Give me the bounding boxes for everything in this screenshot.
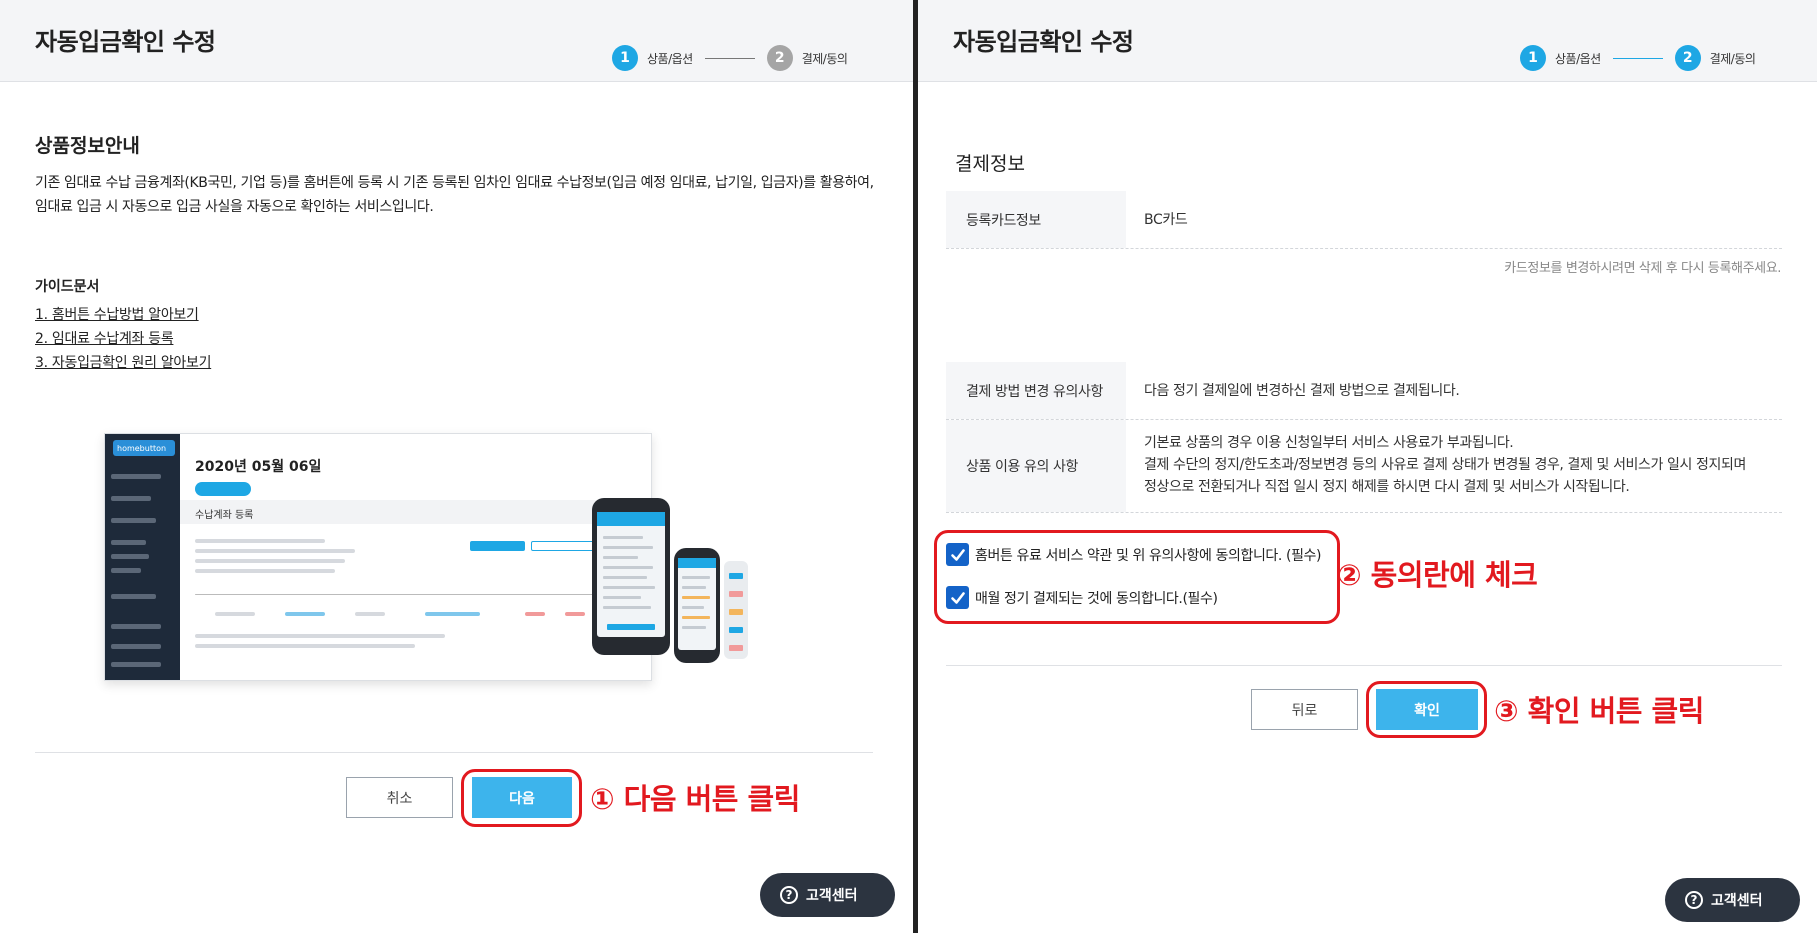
- usage-line-2: 결제 수단의 정지/한도초과/정보변경 등의 사유로 결제 상태가 변경될 경우…: [1144, 457, 1746, 473]
- step-1-number: 1: [1520, 45, 1546, 71]
- mockup-logo: homebutton: [113, 440, 175, 456]
- checkbox-checked-icon: [946, 543, 969, 566]
- page-title: 자동입금확인 수정: [35, 28, 216, 56]
- step-2-label: 결제/동의: [801, 51, 848, 66]
- agree-monthly-checkbox[interactable]: 매월 정기 결제되는 것에 동의합니다.(필수): [946, 586, 1218, 609]
- question-icon: ?: [780, 886, 798, 904]
- customer-center-button[interactable]: ? 고객센터: [760, 873, 895, 917]
- step1-panel: 자동입금확인 수정 1 상품/옵션 2 결제/동의 상품정보안내 기존 임대료 …: [0, 0, 913, 933]
- step-connector: [1612, 57, 1663, 59]
- step-indicator: 1 상품/옵션 2 결제/동의: [1520, 45, 1756, 71]
- customer-center-button[interactable]: ? 고객센터: [1665, 878, 1800, 922]
- card-info-row: 등록카드정보 BC카드: [946, 191, 1782, 249]
- payment-change-value: 다음 정기 결제일에 변경하신 결제 방법으로 결제됩니다.: [1144, 383, 1460, 399]
- checkbox-checked-icon: [946, 586, 969, 609]
- usage-notice-label: 상품 이용 유의 사항: [946, 420, 1126, 512]
- payment-change-row: 결제 방법 변경 유의사항 다음 정기 결제일에 변경하신 결제 방법으로 결제…: [946, 362, 1782, 420]
- guide-link-payment-method[interactable]: 1. 홈버튼 수납방법 알아보기: [35, 303, 211, 327]
- card-change-note: 카드정보를 변경하시려면 삭제 후 다시 등록해주세요.: [1504, 261, 1781, 276]
- annotation-agree: ② 동의란에 체크: [1337, 558, 1538, 592]
- annotation-confirm: ③ 확인 버튼 클릭: [1494, 694, 1704, 728]
- payment-change-label: 결제 방법 변경 유의사항: [946, 362, 1126, 419]
- card-info-label: 등록카드정보: [946, 191, 1126, 248]
- agree-monthly-label: 매월 정기 결제되는 것에 동의합니다.(필수): [975, 590, 1218, 607]
- guide-link-auto-confirm[interactable]: 3. 자동입금확인 원리 알아보기: [35, 351, 211, 375]
- guide-links: 1. 홈버튼 수납방법 알아보기 2. 임대료 수납계좌 등록 3. 자동입금확…: [35, 303, 211, 375]
- product-info-title: 상품정보안내: [35, 135, 140, 157]
- usage-notice-row: 상품 이용 유의 사항 기본료 상품의 경우 이용 신청일부터 서비스 사용료가…: [946, 420, 1782, 513]
- next-button[interactable]: 다음: [472, 777, 572, 818]
- usage-notice-value: 기본료 상품의 경우 이용 신청일부터 서비스 사용료가 부과됩니다. 결제 수…: [1144, 432, 1746, 498]
- guide-docs-title: 가이드문서: [35, 279, 100, 295]
- customer-center-label: 고객센터: [1711, 893, 1763, 909]
- question-icon: ?: [1685, 891, 1703, 909]
- page-title: 자동입금확인 수정: [953, 28, 1134, 56]
- phone-mockup-medium: [674, 548, 720, 663]
- product-preview-image: homebutton 2020년 05월 06일 수납계좌 등록: [104, 433, 844, 683]
- step-2-number: 2: [1674, 45, 1701, 71]
- cancel-button[interactable]: 취소: [346, 777, 453, 818]
- product-description: 기존 임대료 수납 금융계좌(KB국민, 기업 등)를 홈버튼에 등록 시 기존…: [35, 175, 874, 215]
- mockup-date: 2020년 05월 06일: [195, 459, 322, 475]
- page-header: 자동입금확인 수정 1 상품/옵션 2 결제/동의: [918, 0, 1817, 82]
- payment-info-title: 결제정보: [955, 153, 1025, 175]
- agree-terms-label: 홈버튼 유료 서비스 약관 및 위 유의사항에 동의합니다. (필수): [975, 547, 1322, 564]
- step-connector: [704, 57, 755, 59]
- step-1-label: 상품/옵션: [647, 51, 693, 66]
- desktop-mockup: homebutton 2020년 05월 06일 수납계좌 등록: [104, 433, 652, 681]
- mockup-pill: [195, 482, 251, 496]
- step-1-label: 상품/옵션: [1555, 51, 1601, 66]
- step-2-number: 2: [766, 45, 793, 71]
- mockup-sidebar: homebutton: [105, 434, 180, 680]
- confirm-button[interactable]: 확인: [1376, 689, 1478, 730]
- step-1-number: 1: [612, 45, 638, 71]
- usage-line-3: 정상으로 전환되거나 직접 일시 정지 해제를 하시면 다시 결제 및 서비스가…: [1144, 479, 1630, 495]
- annotation-next: ① 다음 버튼 클릭: [590, 782, 800, 816]
- phone-mockup-large: [592, 498, 670, 655]
- mockup-subtitle: 수납계좌 등록: [195, 510, 254, 521]
- step2-panel: 자동입금확인 수정 1 상품/옵션 2 결제/동의 결제정보 등록카드정보 BC…: [918, 0, 1817, 933]
- divider: [946, 665, 1782, 666]
- agree-terms-checkbox[interactable]: 홈버튼 유료 서비스 약관 및 위 유의사항에 동의합니다. (필수): [946, 543, 1322, 566]
- customer-center-label: 고객센터: [806, 888, 858, 904]
- divider: [35, 752, 873, 753]
- step-2-label: 결제/동의: [1709, 51, 1756, 66]
- card-info-value: BC카드: [1144, 212, 1188, 228]
- phone-mockup-small: [724, 561, 748, 659]
- back-button[interactable]: 뒤로: [1251, 689, 1358, 730]
- guide-link-account-register[interactable]: 2. 임대료 수납계좌 등록: [35, 327, 211, 351]
- page-header: 자동입금확인 수정 1 상품/옵션 2 결제/동의: [0, 0, 913, 82]
- usage-line-1: 기본료 상품의 경우 이용 신청일부터 서비스 사용료가 부과됩니다.: [1144, 435, 1514, 451]
- step-indicator: 1 상품/옵션 2 결제/동의: [612, 45, 848, 71]
